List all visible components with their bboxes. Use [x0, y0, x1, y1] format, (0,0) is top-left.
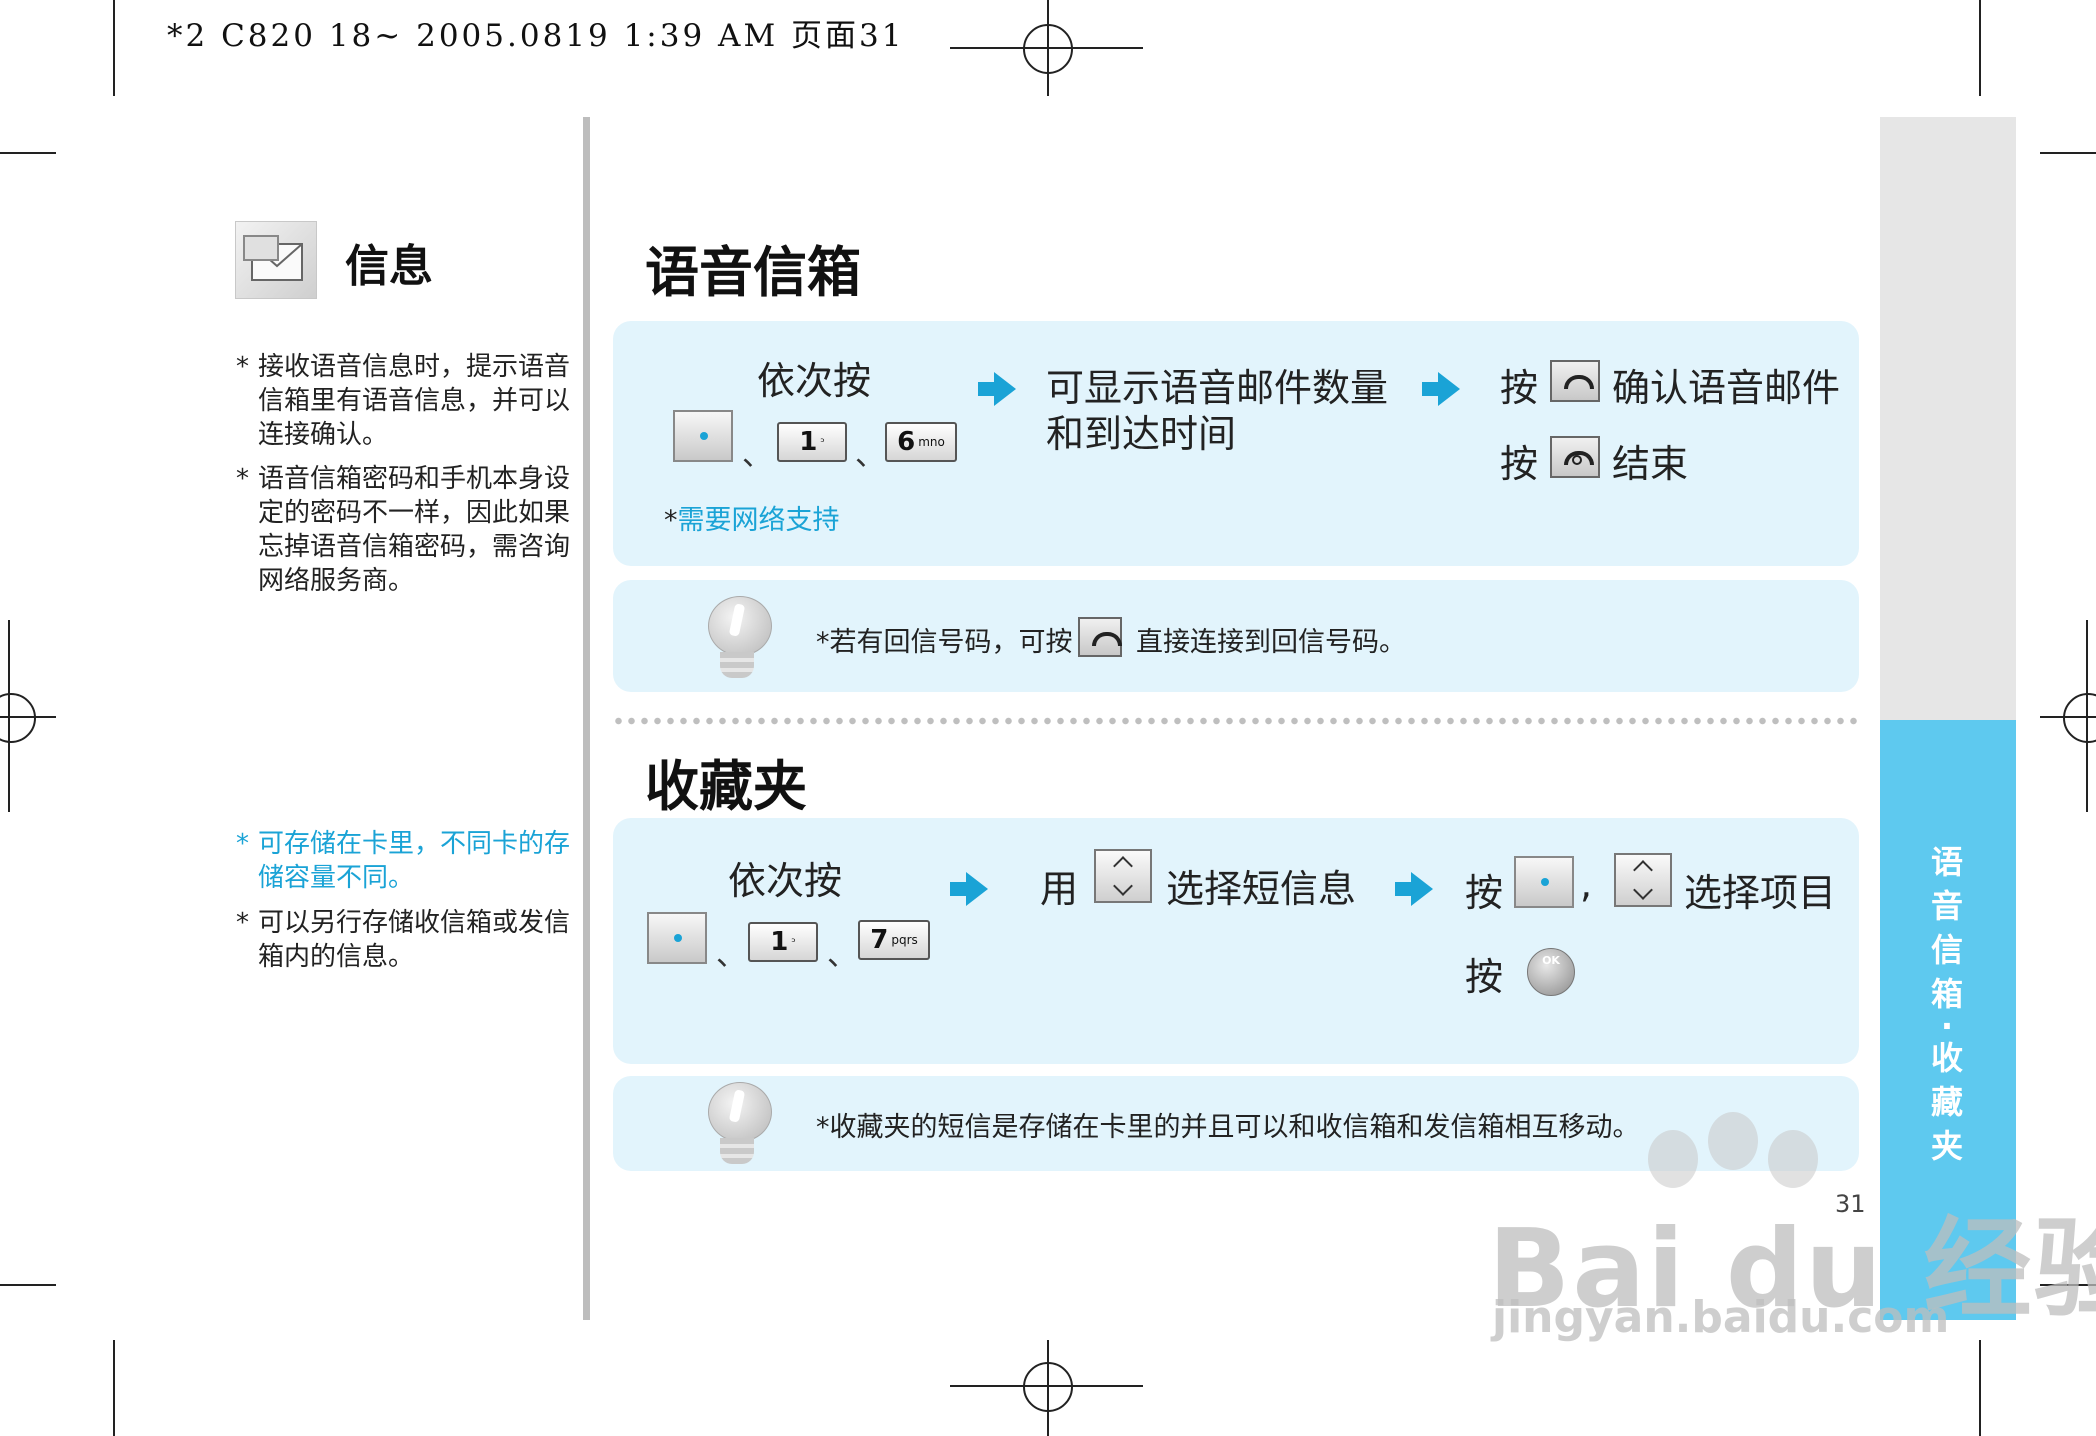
key-7-icon: 7 pqrs [858, 920, 930, 960]
message-envelope-icon [235, 221, 317, 299]
favorites-step1-label: 依次按 [728, 859, 843, 903]
nav-updown-key-icon [1094, 849, 1152, 903]
voicemail-step3-press: 按 [1500, 366, 1539, 410]
sidebar-gray [1880, 117, 2016, 720]
send-key-icon [1078, 617, 1122, 657]
tip-lightbulb-icon [706, 1082, 772, 1166]
voicemail-tip-text-before: *若有回信号码，可按 [816, 627, 1073, 658]
baidu-watermark: Bai du 经验 jingyan.baidu.com [1488, 1112, 2096, 1352]
note-voicemail-password: * 语音信箱密码和手机本身设定的密码不一样，因此如果忘掉语音信箱密码，需咨询网络服… [236, 464, 571, 596]
voicemail-step3-press-end: 按 [1500, 442, 1539, 486]
note-voicemail-prompt: * 接收语音信息时，提示语音信箱里有语音信息，并可以连接确认。 [236, 352, 571, 450]
favorites-step2-use: 用 [1040, 867, 1079, 911]
tip-lightbulb-icon [706, 596, 772, 680]
section-title-favorites: 收藏夹 [645, 755, 807, 818]
section-title-voicemail: 语音信箱 [645, 241, 861, 304]
key-6-icon: 6 mno [885, 422, 957, 462]
note-separate-storage: * 可以另行存储收信箱或发信箱内的信息。 [236, 908, 571, 972]
end-key-icon [1550, 436, 1600, 478]
voicemail-step2-line2: 和到达时间 [1046, 412, 1237, 456]
section-title-messages: 信息 [345, 241, 433, 292]
menu-key-icon [647, 912, 707, 964]
menu-key-icon [1514, 856, 1574, 908]
voicemail-step1-label: 依次按 [757, 359, 872, 403]
print-header: *2 C820 18~ 2005.0819 1:39 AM 页面31 [167, 18, 905, 54]
key-1-icon: 1ᵓ [748, 922, 818, 962]
note-card-storage: * 可存储在卡里，不同卡的存储容量不同。 [236, 829, 571, 893]
favorites-step3-press: 按 [1465, 871, 1504, 915]
favorites-step3-select: 选择项目 [1684, 871, 1837, 915]
voicemail-step3-end: 结束 [1612, 442, 1689, 486]
ok-key-icon: OK [1527, 948, 1575, 996]
column-divider [583, 117, 590, 1320]
menu-key-icon [673, 410, 733, 462]
nav-updown-key-icon [1614, 853, 1672, 907]
send-key-icon [1550, 360, 1600, 402]
voicemail-step3-confirm: 确认语音邮件 [1612, 366, 1841, 410]
dotted-divider [612, 717, 1862, 725]
key-1-icon: 1ᵓ [777, 422, 847, 462]
favorites-step2-select: 选择短信息 [1166, 867, 1357, 911]
favorites-step3-press-ok: 按 [1465, 955, 1504, 999]
network-support-note: *需要网络支持 [664, 505, 840, 536]
voicemail-tip-text-after: 直接连接到回信号码。 [1136, 627, 1406, 658]
